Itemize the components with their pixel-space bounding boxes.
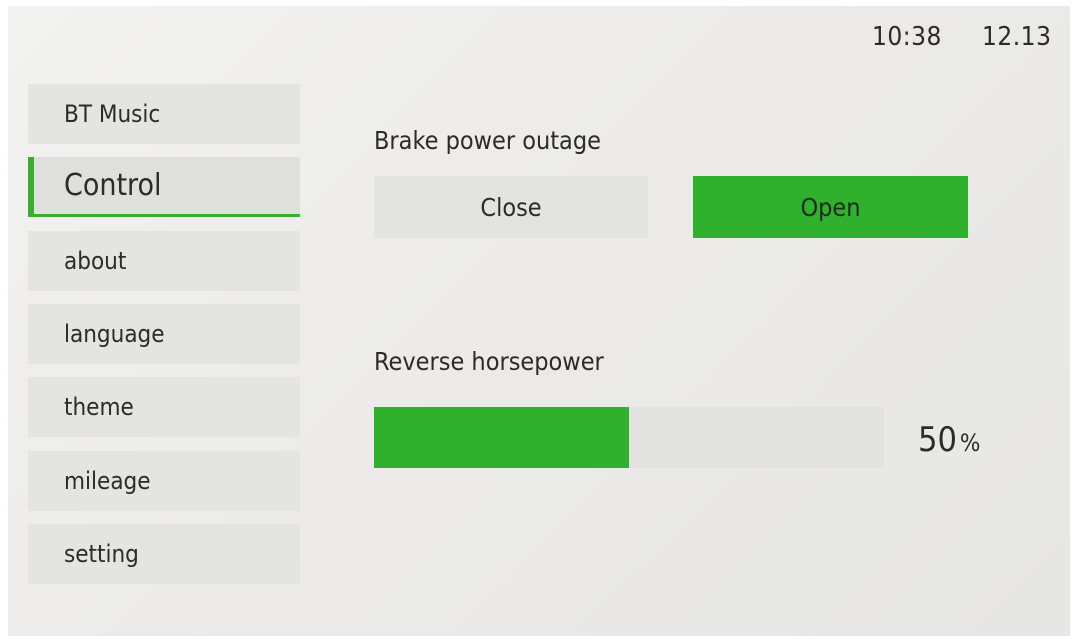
reverse-horsepower-label: Reverse horsepower [374, 347, 604, 376]
clock-time: 10:38 [872, 22, 942, 52]
sidebar-item-mileage[interactable]: mileage [28, 451, 300, 511]
clock-date: 12.13 [982, 22, 1052, 52]
sidebar-item-label: setting [64, 540, 139, 568]
reverse-horsepower-slider[interactable] [374, 407, 884, 468]
sidebar-item-label: mileage [64, 467, 151, 495]
sidebar-item-control[interactable]: Control [28, 157, 300, 217]
sidebar-item-theme[interactable]: theme [28, 377, 300, 437]
sidebar-item-about[interactable]: about [28, 231, 300, 291]
brake-power-outage-label: Brake power outage [374, 126, 601, 155]
sidebar-item-label: about [64, 247, 127, 275]
sidebar-item-label: BT Music [64, 100, 161, 128]
sidebar-item-label: theme [64, 393, 134, 421]
brake-close-button[interactable]: Close [374, 176, 648, 238]
reverse-horsepower-readout: 50 % [918, 420, 980, 460]
brake-open-label: Open [800, 192, 861, 222]
reverse-horsepower-value: 50 [918, 420, 957, 460]
brake-open-button[interactable]: Open [693, 176, 968, 238]
reverse-horsepower-fill [374, 407, 629, 468]
sidebar-item-label: Control [64, 168, 162, 203]
sidebar-item-label: language [64, 320, 165, 348]
sidebar-item-setting[interactable]: setting [28, 524, 300, 584]
brake-close-label: Close [480, 192, 542, 222]
reverse-horsepower-unit: % [959, 429, 981, 457]
sidebar-item-bt-music[interactable]: BT Music [28, 84, 300, 144]
sidebar-item-language[interactable]: language [28, 304, 300, 364]
